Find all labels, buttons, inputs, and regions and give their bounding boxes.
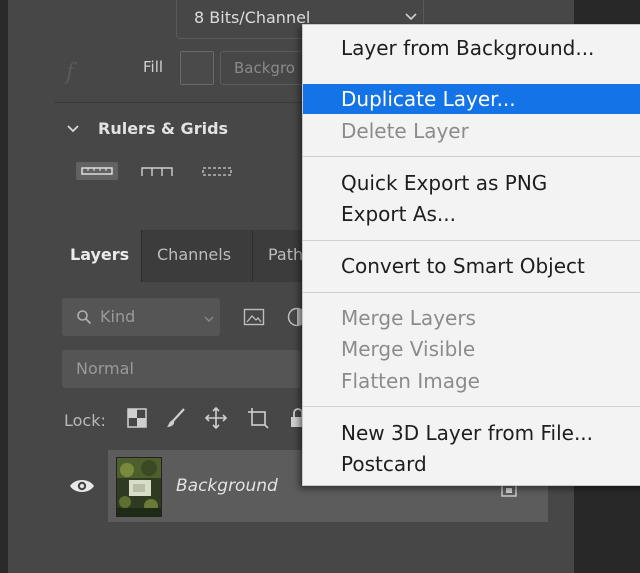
chevron-down-icon <box>204 316 214 322</box>
tab-channels[interactable]: Channels <box>157 245 231 264</box>
menu-item-label: Quick Export as PNG <box>341 171 548 195</box>
menu-item-label: Export As... <box>341 202 456 226</box>
menu-separator <box>303 240 640 241</box>
lock-artboard-icon[interactable] <box>246 406 270 430</box>
tab-layers-label[interactable]: Layers <box>70 245 129 264</box>
chevron-down-icon[interactable] <box>66 122 80 136</box>
fill-label: Fill <box>143 58 164 76</box>
fill-color-swatch[interactable] <box>180 51 214 85</box>
menu-item-merge-layers: Merge Layers <box>303 303 640 333</box>
menu-item-label: Merge Layers <box>341 306 476 330</box>
layer-thumbnail <box>116 457 162 517</box>
menu-separator <box>303 292 640 293</box>
menu-item-label: Layer from Background... <box>341 36 595 60</box>
menu-item-duplicate-layer[interactable]: Duplicate Layer... <box>303 84 640 114</box>
menu-item-quick-export-png[interactable]: Quick Export as PNG <box>303 168 640 198</box>
fill-content-value: Backgro <box>234 59 295 77</box>
menu-item-label: Merge Visible <box>341 337 476 361</box>
blend-mode-value: Normal <box>76 359 134 378</box>
menu-item-label: Convert to Smart Object <box>341 254 585 278</box>
menu-item-postcard[interactable]: Postcard <box>303 449 640 479</box>
lock-label: Lock: <box>64 411 106 430</box>
lock-image-pixels-icon[interactable] <box>164 406 188 430</box>
bit-depth-value: 8 Bits/Channel <box>194 8 311 27</box>
eye-icon[interactable] <box>68 476 96 496</box>
menu-separator <box>303 156 640 157</box>
menu-item-delete-layer: Delete Layer <box>303 116 640 146</box>
guides-toggle-icon[interactable] <box>200 164 234 180</box>
tab-paths[interactable]: Path <box>268 245 303 264</box>
tab-divider <box>141 230 142 282</box>
menu-item-layer-from-background[interactable]: Layer from Background... <box>303 33 640 63</box>
menu-item-flatten-image: Flatten Image <box>303 366 640 396</box>
lock-transparent-pixels-icon[interactable] <box>125 406 149 430</box>
pixel-layer-filter-icon[interactable] <box>243 308 265 326</box>
menu-item-new-3d-layer[interactable]: New 3D Layer from File... <box>303 418 640 448</box>
fx-icon: f <box>66 60 75 85</box>
layer-context-menu: Layer from Background... Duplicate Layer… <box>302 24 640 486</box>
menu-item-label: New 3D Layer from File... <box>341 421 594 445</box>
menu-item-label: Delete Layer <box>341 119 469 143</box>
grid-toggle-icon[interactable] <box>140 164 174 180</box>
menu-item-label: Postcard <box>341 452 427 476</box>
rulers-grids-title: Rulers & Grids <box>98 119 229 138</box>
menu-item-merge-visible: Merge Visible <box>303 334 640 364</box>
menu-separator <box>303 406 640 407</box>
menu-item-label: Flatten Image <box>341 369 480 393</box>
tab-divider <box>252 230 253 282</box>
lock-position-icon[interactable] <box>204 406 228 430</box>
menu-item-label: Duplicate Layer... <box>341 87 516 111</box>
chevron-down-icon <box>405 13 417 21</box>
menu-item-convert-smart-object[interactable]: Convert to Smart Object <box>303 251 640 281</box>
menu-item-export-as[interactable]: Export As... <box>303 199 640 229</box>
kind-filter-label: Kind <box>100 307 136 326</box>
rulers-toggle-icon[interactable] <box>76 162 118 180</box>
search-icon <box>77 310 92 325</box>
left-dock-edge <box>0 0 8 573</box>
layer-name[interactable]: Background <box>176 476 278 496</box>
